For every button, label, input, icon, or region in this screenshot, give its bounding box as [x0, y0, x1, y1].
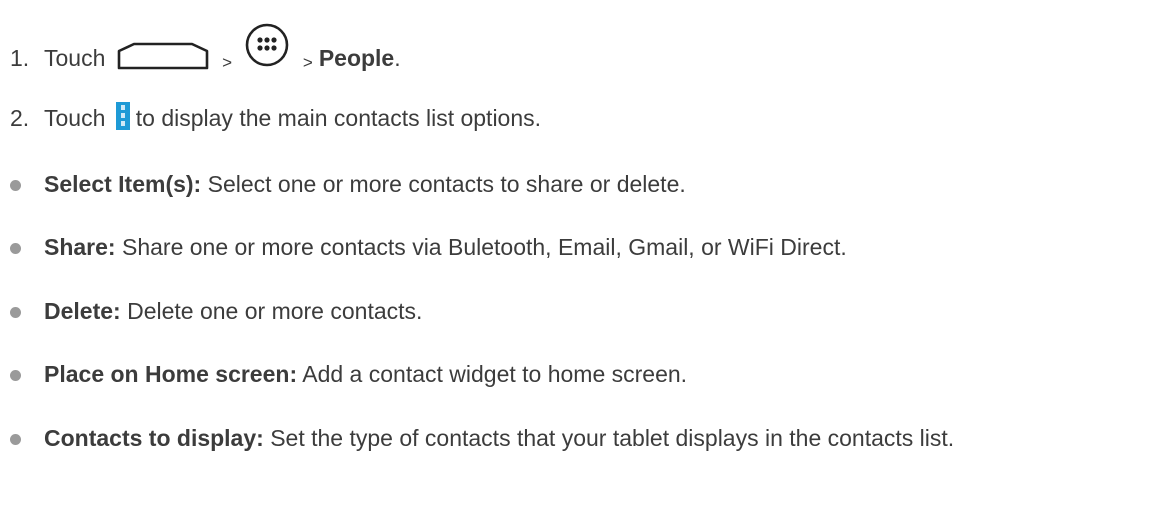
option-description: Add a contact widget to home screen.: [302, 361, 688, 387]
option-text: Contacts to display: Set the type of con…: [44, 422, 1170, 454]
bullet-dot: [10, 307, 21, 318]
people-app-label: People: [318, 45, 395, 71]
step-number: 1.: [10, 45, 30, 71]
option-text: Select Item(s): Select one or more conta…: [44, 168, 1170, 200]
step-number: 2.: [10, 105, 30, 131]
option-text: Share: Share one or more contacts via Bu…: [44, 231, 1170, 263]
option-label: Select Item(s):: [44, 171, 202, 197]
bullet-dot: [10, 434, 21, 445]
apps-launcher-icon: [244, 22, 290, 75]
option-label: Delete:: [44, 298, 121, 324]
option-label: Share:: [44, 234, 116, 260]
step-prefix: Touch: [44, 45, 106, 71]
menu-overflow-icon: [115, 102, 130, 137]
option-select-items: Select Item(s): Select one or more conta…: [10, 168, 1170, 200]
bullet-dot: [10, 180, 21, 191]
step-suffix: to display the main contacts list option…: [135, 105, 542, 131]
bullet-dot: [10, 370, 21, 381]
option-description: Delete one or more contacts.: [127, 298, 423, 324]
step-prefix: Touch: [44, 105, 106, 131]
option-description: Select one or more contacts to share or …: [207, 171, 686, 197]
step-2: 2. Touch to display the main contacts lis…: [10, 102, 541, 137]
separator-gt: >: [222, 53, 233, 72]
option-label: Place on Home screen:: [44, 361, 298, 387]
separator-gt: >: [302, 53, 313, 72]
option-description: Share one or more contacts via Buletooth…: [121, 234, 847, 260]
step-suffix: .: [394, 45, 401, 71]
bullet-dot: [10, 243, 21, 254]
step-1: 1. Touch > > People.: [10, 22, 401, 77]
option-share: Share: Share one or more contacts via Bu…: [10, 231, 1170, 263]
option-description: Set the type of contacts that your table…: [270, 425, 955, 451]
option-delete: Delete: Delete one or more contacts.: [10, 295, 1170, 327]
home-outline-icon: [116, 42, 210, 77]
option-text: Delete: Delete one or more contacts.: [44, 295, 1170, 327]
option-contacts-to-display: Contacts to display: Set the type of con…: [10, 422, 1170, 454]
instruction-document: 1. Touch > > People. 2. Touch to display…: [0, 0, 1174, 508]
option-text: Place on Home screen: Add a contact widg…: [44, 358, 1170, 390]
option-label: Contacts to display:: [44, 425, 264, 451]
option-place-on-home-screen: Place on Home screen: Add a contact widg…: [10, 358, 1170, 390]
